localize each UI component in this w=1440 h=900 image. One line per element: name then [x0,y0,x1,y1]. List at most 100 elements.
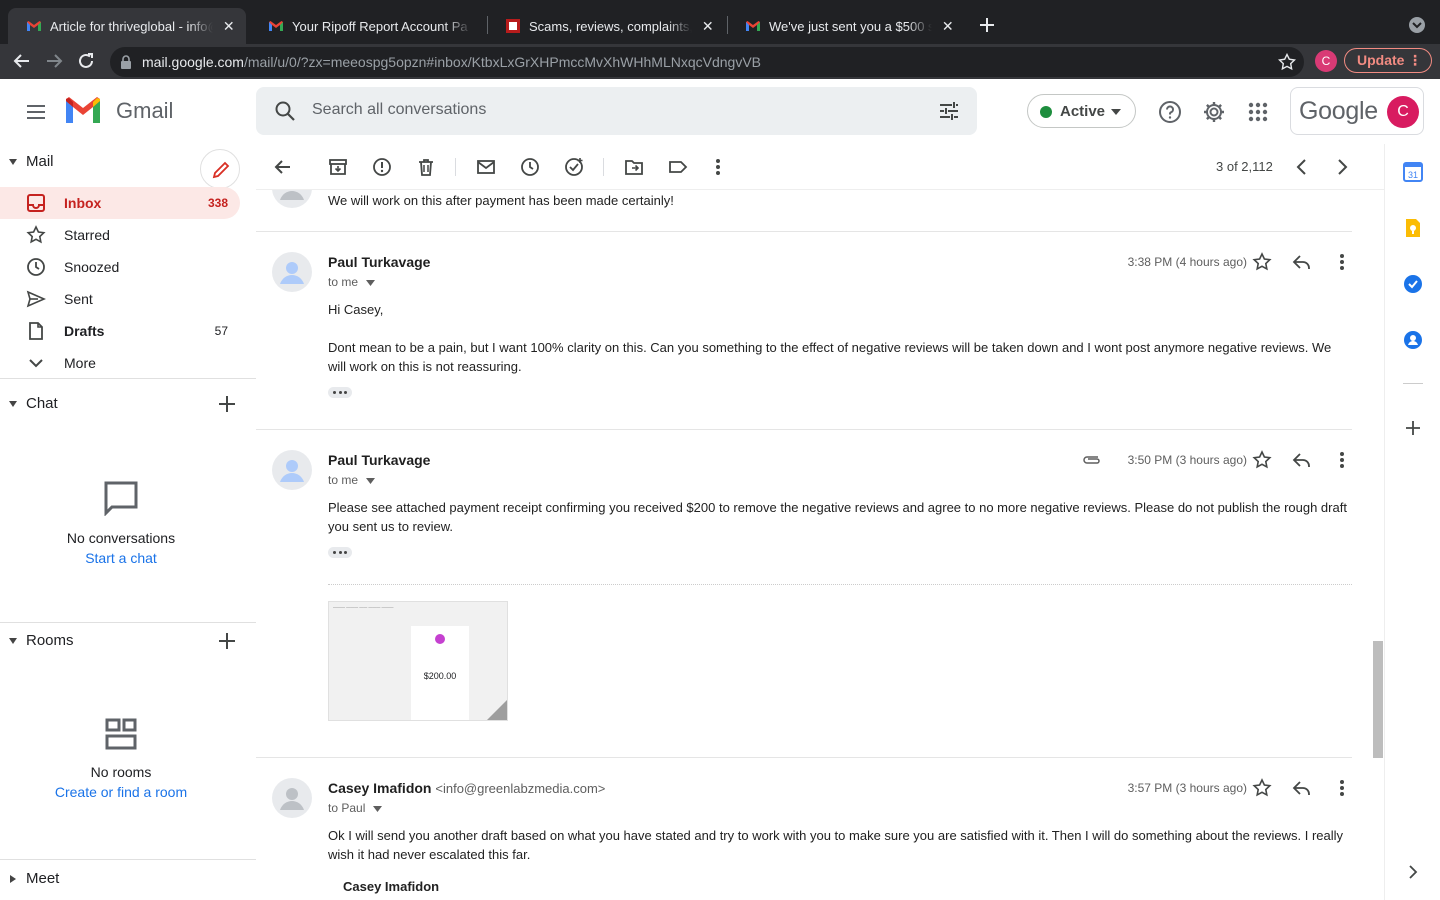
chat-bubble-icon [104,481,138,516]
star-icon[interactable] [1252,778,1272,798]
google-account-button[interactable]: Google C [1290,87,1424,135]
move-to-folder-icon[interactable] [624,157,644,177]
star-icon[interactable] [1252,252,1272,272]
older-chevron-right-icon[interactable] [1332,157,1352,177]
thread-scrollbar[interactable] [1372,190,1384,900]
scrollbar-thumb[interactable] [1373,641,1383,758]
get-addons-plus-icon[interactable] [1403,418,1423,438]
reload-icon[interactable] [76,51,96,71]
sidebar-item-sent[interactable]: Sent [0,283,240,315]
chat-empty-text: No conversations [66,530,176,546]
left-sidebar: Mail Inbox 338 Starred Snoozed Sent Draf… [0,144,256,900]
ripoff-report-favicon-icon [506,19,520,33]
trash-icon[interactable] [416,157,436,177]
star-icon[interactable] [1252,450,1272,470]
gmail-logo-icon[interactable] [64,95,102,125]
sidebar-item-more[interactable]: More [0,347,240,379]
show-trimmed-content-button[interactable] [328,547,352,558]
archive-icon[interactable] [328,157,348,177]
chat-empty-state: No conversations Start a chat [0,480,242,566]
reply-icon[interactable] [1292,450,1312,470]
kebab-menu-icon: ⋮ [1408,52,1422,68]
google-contacts-icon[interactable] [1403,330,1423,350]
recipient-text: to me [328,473,359,487]
sidebar-item-snoozed[interactable]: Snoozed [0,251,240,283]
reply-icon[interactable] [1292,252,1312,272]
label-tag-icon[interactable] [668,157,688,177]
tab-search-chevron-icon[interactable] [1408,16,1426,34]
tab-close-icon[interactable]: ✕ [700,18,715,34]
recipient-details[interactable]: to me [328,275,376,289]
message-position-count: 3 of 2,112 [1216,159,1273,174]
reply-icon[interactable] [1292,778,1312,798]
sidebar-item-label: Inbox [64,195,102,211]
caret-down-icon [9,159,17,165]
forward-arrow-icon[interactable] [44,51,64,71]
lock-icon[interactable] [120,55,132,69]
mark-unread-envelope-icon[interactable] [476,157,496,177]
toolbar-divider [455,158,456,176]
sidebar-item-drafts[interactable]: Drafts 57 [0,315,240,347]
browser-tab[interactable]: We've just sent you a $500 sav ✕ [727,8,965,44]
recipient-details[interactable]: to Paul [328,801,383,815]
message-more-icon[interactable] [1332,252,1352,272]
add-chat-plus-icon[interactable] [216,393,238,415]
sender-name[interactable]: Paul Turkavage [328,254,430,270]
new-tab-plus-icon[interactable] [976,14,998,36]
google-tasks-icon[interactable] [1403,274,1423,294]
sender-line[interactable]: Casey Imafidon <info@greenlabzmedia.com> [328,780,605,796]
tab-close-icon[interactable]: ✕ [221,18,236,34]
settings-gear-icon[interactable] [1202,100,1226,124]
show-side-panel-chevron-icon[interactable] [1403,862,1423,882]
url-path: /mail/u/0/?zx=meeospg5opzn#inbox/KtbxLxG… [243,54,761,70]
add-room-plus-icon[interactable] [216,630,238,652]
browser-tab[interactable]: Article for thriveglobal - info@g ✕ [8,8,246,44]
compose-button[interactable] [200,149,240,189]
create-room-link[interactable]: Create or find a room [0,784,242,800]
sender-avatar [272,450,312,490]
google-calendar-icon[interactable]: 31 [1403,162,1423,182]
url-text[interactable]: mail.google.com/mail/u/0/?zx=meeospg5opz… [142,54,761,70]
collapsed-message-snippet[interactable]: We will work on this after payment has b… [328,191,1352,210]
address-bar[interactable]: mail.google.com/mail/u/0/?zx=meeospg5opz… [110,47,1304,77]
sender-name[interactable]: Paul Turkavage [328,452,430,468]
search-bar[interactable] [256,87,977,135]
message-divider [256,757,1352,758]
clock-icon [27,258,45,276]
attachment-thumbnail[interactable]: ——— ——— —— ——— ——— $200.00 [328,601,508,721]
tab-title: Article for thriveglobal - info@g [50,18,214,34]
more-options-icon[interactable] [708,157,728,177]
newer-chevron-left-icon[interactable] [1292,157,1312,177]
help-icon[interactable] [1158,100,1182,124]
bookmark-star-icon[interactable] [1278,53,1296,71]
back-to-inbox-arrow-icon[interactable] [272,157,292,177]
browser-tab[interactable]: Scams, reviews, complaints, la ✕ [487,8,725,44]
browser-toolbar: mail.google.com/mail/u/0/?zx=meeospg5opz… [0,44,1440,79]
sidebar-item-starred[interactable]: Starred [0,219,240,251]
back-arrow-icon[interactable] [12,51,32,71]
meet-section-header[interactable]: Meet [0,867,256,893]
chat-section-header[interactable]: Chat [0,392,256,418]
message-more-icon[interactable] [1332,778,1352,798]
mail-section-header[interactable]: Mail [0,149,256,189]
report-spam-icon[interactable] [372,157,392,177]
update-button[interactable]: Update ⋮ [1344,48,1432,73]
rooms-section-header[interactable]: Rooms [0,629,256,655]
search-input[interactable] [312,101,912,119]
browser-profile-avatar[interactable]: C [1315,50,1337,72]
message-more-icon[interactable] [1332,450,1352,470]
search-icon[interactable] [274,100,296,122]
add-to-tasks-icon[interactable] [564,157,584,177]
google-apps-grid-icon[interactable] [1246,100,1270,124]
show-trimmed-content-button[interactable] [328,387,352,398]
google-keep-icon[interactable] [1403,218,1423,238]
start-chat-link[interactable]: Start a chat [0,550,242,566]
browser-tab[interactable]: Your Ripoff Report Account Pa [250,8,482,44]
snooze-clock-icon[interactable] [520,157,540,177]
sidebar-item-inbox[interactable]: Inbox 338 [0,187,240,219]
tab-close-icon[interactable]: ✕ [940,18,955,34]
search-options-icon[interactable] [938,100,960,122]
main-menu-icon[interactable] [24,100,48,124]
recipient-details[interactable]: to me [328,473,376,487]
status-dropdown[interactable]: Active [1027,94,1136,128]
